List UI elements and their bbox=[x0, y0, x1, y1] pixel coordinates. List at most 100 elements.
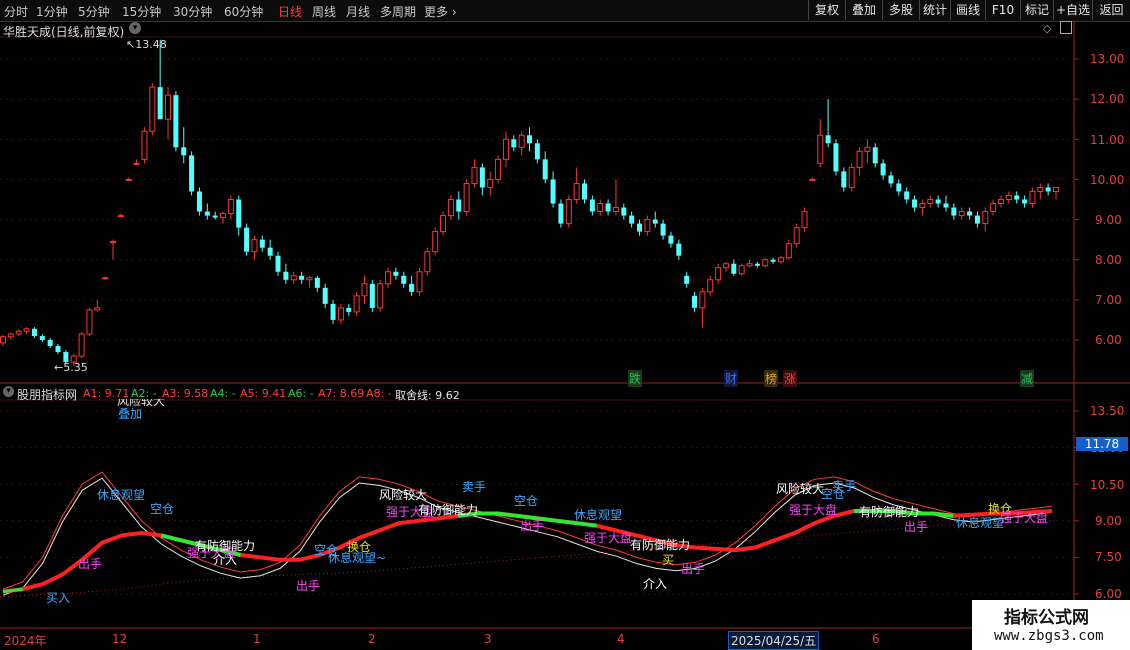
price-axis-label: 7.00 bbox=[1095, 293, 1122, 307]
current-indicator-value: 11.78 bbox=[1076, 437, 1128, 451]
signal-label: 买 bbox=[662, 553, 675, 567]
signal-label: 休息观望 bbox=[97, 488, 146, 502]
candle-body bbox=[86, 309, 93, 335]
candle-body bbox=[864, 146, 871, 152]
candle-body bbox=[722, 263, 729, 269]
candle-body bbox=[1022, 199, 1028, 204]
candle-body bbox=[888, 175, 894, 184]
candle-body bbox=[330, 303, 336, 320]
candle-body bbox=[220, 213, 227, 219]
diamond-icon[interactable]: ◇ bbox=[1043, 22, 1051, 35]
indicator-value: 取舍线: 9.62 bbox=[395, 389, 460, 402]
candle-body bbox=[935, 199, 941, 204]
event-tag-reduce[interactable]: 减 bbox=[1020, 370, 1035, 387]
candle-body bbox=[731, 263, 737, 274]
indicator-axis-label: 13.50 bbox=[1090, 404, 1125, 418]
chevron-down-icon[interactable]: ▾ bbox=[3, 386, 14, 397]
signal-label: 空仓 bbox=[514, 494, 539, 508]
candle-body bbox=[692, 295, 698, 308]
signal-label: 出手 bbox=[520, 519, 545, 533]
candle-body bbox=[244, 227, 250, 252]
event-tag-finance[interactable]: 财 bbox=[724, 370, 739, 387]
crosshair-date-label: 2025/04/25/五 bbox=[728, 631, 820, 650]
candle-body bbox=[456, 199, 462, 212]
candle-body bbox=[684, 275, 690, 284]
event-tag-rise[interactable]: 涨 bbox=[783, 370, 798, 387]
candle-body bbox=[848, 166, 855, 188]
price-low-value: 5.35 bbox=[63, 361, 88, 374]
candle-body bbox=[597, 203, 604, 213]
indicator-name: 股朋指标网 bbox=[17, 388, 78, 402]
watermark-url: www.zbgs3.com bbox=[994, 628, 1104, 644]
candle-body bbox=[644, 219, 651, 233]
date-axis-label: 1 bbox=[253, 632, 261, 646]
candle-body bbox=[23, 328, 30, 332]
candle-body bbox=[322, 287, 328, 304]
candle-body bbox=[47, 340, 53, 347]
date-axis-label: 4 bbox=[617, 632, 625, 646]
signal-label: 强于大盘 bbox=[584, 531, 633, 545]
maximize-icon[interactable] bbox=[1060, 21, 1072, 34]
candle-body bbox=[495, 158, 502, 180]
candle-body bbox=[15, 330, 22, 335]
candle-body bbox=[582, 183, 588, 200]
candle-body bbox=[707, 279, 714, 293]
candle-body bbox=[141, 130, 148, 160]
candle-body bbox=[825, 135, 831, 144]
candle-body bbox=[275, 255, 281, 272]
candle-body bbox=[377, 283, 384, 309]
candle-body bbox=[699, 291, 706, 309]
price-axis-label: 10.00 bbox=[1090, 173, 1125, 187]
candle-body bbox=[660, 223, 666, 236]
candle-body bbox=[259, 239, 265, 248]
price-axis-label: 6.00 bbox=[1095, 333, 1122, 347]
indicator-axis-label: 10.50 bbox=[1090, 478, 1125, 492]
candle-body bbox=[299, 275, 305, 280]
candle-body bbox=[385, 271, 392, 285]
candle-body bbox=[880, 163, 886, 176]
date-axis-label: 2 bbox=[368, 632, 376, 646]
event-tag-list[interactable]: 榜 bbox=[764, 370, 779, 387]
candle-body bbox=[78, 333, 85, 357]
event-tag-fall[interactable]: 跌 bbox=[628, 370, 643, 387]
candle-body bbox=[518, 134, 525, 148]
candle-body bbox=[550, 179, 556, 204]
candle-body bbox=[39, 335, 45, 340]
candle-body bbox=[754, 263, 760, 266]
candle-body bbox=[236, 199, 242, 228]
signal-label: 有防御能力 bbox=[630, 538, 691, 552]
date-axis-label: 6 bbox=[872, 632, 880, 646]
candle-body bbox=[424, 251, 431, 273]
candle-body bbox=[346, 307, 352, 312]
indicator-value: A8: - bbox=[366, 387, 392, 400]
candle-body bbox=[487, 178, 494, 188]
candle-body bbox=[612, 207, 619, 213]
candle-body bbox=[565, 199, 572, 225]
candle-body bbox=[125, 178, 132, 181]
signal-label: 出手 bbox=[296, 579, 321, 593]
chevron-down-icon[interactable]: ▾ bbox=[129, 22, 141, 34]
watermark-title: 指标公式网 bbox=[1004, 608, 1089, 628]
candle-body bbox=[856, 150, 863, 168]
candle-body bbox=[982, 211, 989, 225]
candle-body bbox=[471, 166, 478, 184]
candle-body bbox=[746, 263, 753, 267]
price-axis-label: 8.00 bbox=[1095, 253, 1122, 267]
candle-body bbox=[94, 307, 101, 311]
signal-label: 休息观望 bbox=[574, 508, 623, 522]
candle-body bbox=[841, 171, 847, 188]
candle-body bbox=[762, 259, 769, 267]
candle-body bbox=[990, 203, 997, 213]
candle-body bbox=[447, 199, 454, 217]
price-high-value: 13.48 bbox=[135, 38, 167, 51]
candle-body bbox=[0, 336, 6, 344]
candle-body bbox=[416, 271, 423, 293]
price-axis-label: 13.00 bbox=[1090, 52, 1125, 66]
candle-body bbox=[432, 231, 439, 253]
candle-body bbox=[511, 139, 517, 148]
candle-body bbox=[393, 271, 399, 276]
candle-body bbox=[227, 199, 234, 215]
kline-chart[interactable] bbox=[0, 0, 1130, 650]
candle-body bbox=[1029, 190, 1036, 205]
candle-body bbox=[1014, 195, 1020, 200]
